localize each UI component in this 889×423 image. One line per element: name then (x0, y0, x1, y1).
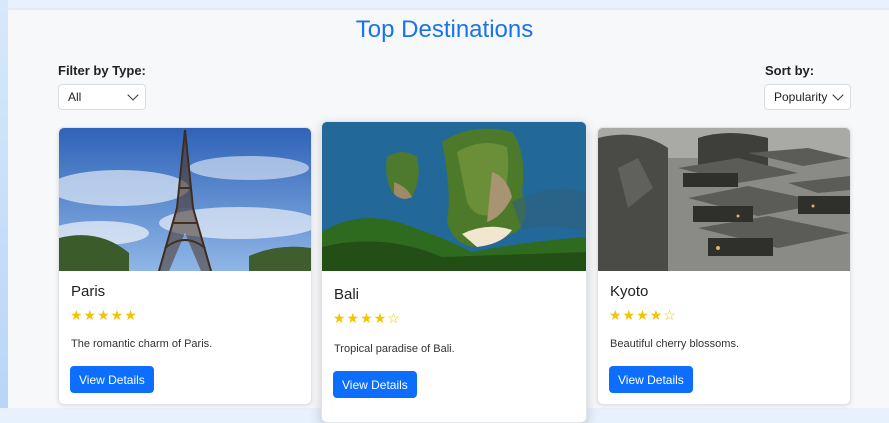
chevron-down-icon (832, 89, 844, 101)
destination-description: Beautiful cherry blossoms. (610, 338, 739, 350)
kyoto-rooftops-photo (598, 128, 850, 271)
destination-card-paris: Paris ★★★★★ The romantic charm of Paris.… (58, 127, 312, 405)
star-rating: ★★★★☆ (333, 310, 401, 326)
destination-name: Paris (71, 283, 106, 300)
chevron-down-icon (127, 89, 139, 101)
destination-card-bali: Bali ★★★★☆ Tropical paradise of Bali. Vi… (321, 121, 587, 423)
destination-description: Tropical paradise of Bali. (334, 343, 455, 355)
filter-type-value: All (68, 90, 82, 104)
destination-name: Bali (334, 286, 360, 303)
destination-name: Kyoto (610, 283, 649, 300)
window-edge (0, 0, 8, 408)
destination-description: The romantic charm of Paris. (71, 338, 213, 350)
star-rating: ★★★★☆ (609, 307, 677, 323)
destination-card-kyoto: Kyoto ★★★★☆ Beautiful cherry blossoms. V… (597, 127, 851, 405)
view-details-button[interactable]: View Details (70, 366, 154, 393)
filter-label: Filter by Type: (58, 63, 146, 78)
page-title: Top Destinations (355, 16, 534, 43)
star-rating: ★★★★★ (70, 307, 138, 323)
sort-by-select[interactable]: Popularity (764, 84, 851, 110)
view-details-button[interactable]: View Details (609, 366, 693, 393)
view-details-button[interactable]: View Details (333, 371, 417, 398)
bali-cliff-beach-photo (322, 122, 586, 271)
sort-by-value: Popularity (774, 90, 828, 104)
filter-type-select[interactable]: All (58, 84, 146, 110)
top-divider (8, 8, 889, 10)
eiffel-tower-photo (59, 128, 311, 271)
sort-label: Sort by: (765, 63, 815, 78)
